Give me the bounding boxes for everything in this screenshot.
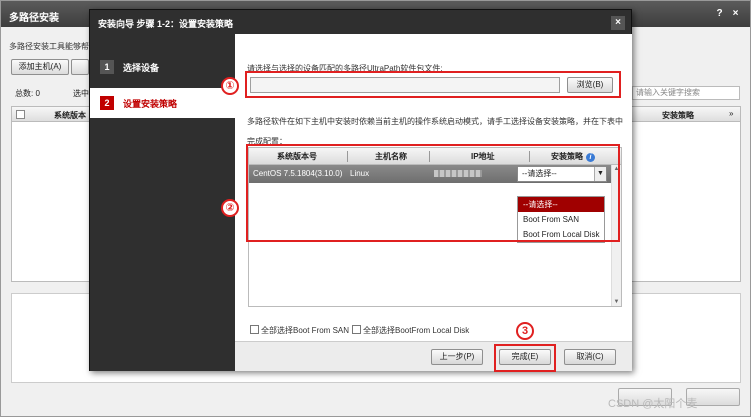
background-toolbar-button[interactable] [71,59,89,75]
selected-count: 选中 [73,89,89,98]
column-more-icon[interactable]: » [729,109,733,118]
wizard-steps: 1 选择设备 2 设置安装策略 [90,34,235,371]
step-number: 1 [100,60,114,74]
select-all-san-checkbox[interactable] [250,325,259,334]
annotation-box-finish [494,344,556,372]
column-strategy: 安装策略 [662,111,694,120]
dialog-close-icon[interactable]: × [611,16,625,30]
wizard-step-select-device[interactable]: 1 选择设备 [90,52,235,82]
select-all-local-checkbox[interactable] [352,325,361,334]
dialog-title: 安装向导 步骤 1-2：设置安装策略 [98,19,234,29]
wizard-step-install-strategy[interactable]: 2 设置安装策略 [90,88,235,118]
annotation-number-3: 3 [516,322,534,340]
close-icon[interactable]: × [729,7,742,20]
step-number: 2 [100,96,114,110]
scroll-down-icon[interactable]: ▼ [612,299,621,305]
previous-button[interactable]: 上一步(P) [431,349,483,365]
select-all-san-label: 全部选择Boot From SAN [261,326,350,335]
dialog-footer: 上一步(P) 完成(E) 取消(C) [235,341,632,371]
annotation-number-1: ① [221,77,239,95]
column-version: 系统版本 [54,111,86,120]
total-count: 总数: 0 [15,89,40,98]
select-all-local-label: 全部选择BootFrom Local Disk [363,326,470,335]
step-label: 设置安装策略 [123,99,178,109]
annotation-box-table [246,144,620,242]
search-input[interactable]: 请输入关键字搜索 [632,86,740,100]
watermark: CSDN @太阳个麦 [608,398,698,410]
help-icon[interactable]: ? [713,7,726,20]
annotation-number-2: ② [221,199,239,217]
background-description: 多路径安装工具能够帮 [9,42,89,51]
step-label: 选择设备 [123,63,160,73]
background-title: 多路径安装 [9,13,59,24]
annotation-box-package [245,71,621,98]
select-all-local-option[interactable]: 全部选择BootFrom Local Disk [352,325,469,336]
select-all-san-option[interactable]: 全部选择Boot From SAN [250,325,349,336]
add-host-button[interactable]: 添加主机(A) [11,59,69,75]
cancel-button[interactable]: 取消(C) [564,349,616,365]
select-all-checkbox[interactable] [16,110,25,119]
